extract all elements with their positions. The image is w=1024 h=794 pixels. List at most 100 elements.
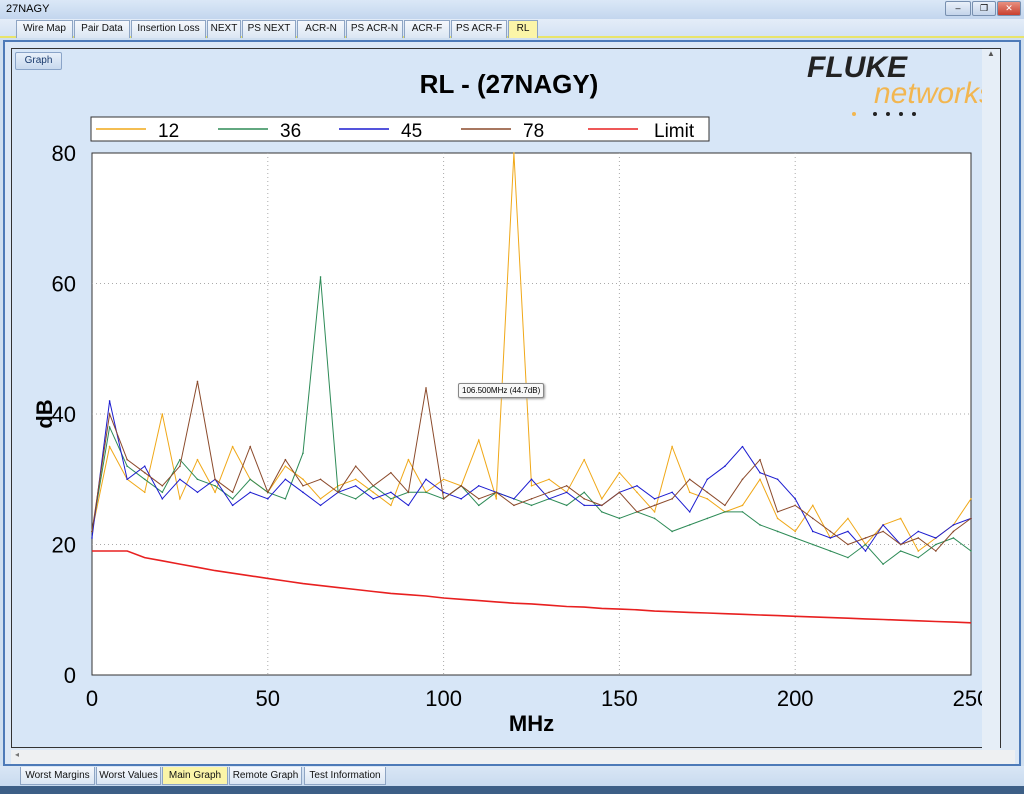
tab-ps-next[interactable]: PS NEXT	[242, 20, 296, 38]
data-point-36	[196, 478, 199, 481]
data-point-36	[565, 504, 568, 507]
data-point-78	[636, 511, 638, 513]
tab-insertion-loss[interactable]: Insertion Loss	[131, 20, 206, 38]
data-point-12	[688, 491, 691, 494]
data-point-36	[284, 498, 287, 500]
logo-dot	[912, 112, 916, 116]
data-point-78	[882, 530, 884, 533]
data-point-45	[460, 498, 462, 500]
data-point-45	[864, 550, 867, 552]
data-point-12	[583, 458, 586, 461]
data-point-12	[196, 458, 199, 461]
data-point-78	[970, 517, 972, 520]
data-point-36	[583, 491, 586, 494]
data-point-45	[407, 504, 410, 507]
data-point-78	[267, 491, 269, 494]
tab-ps-acr-n[interactable]: PS ACR-N	[346, 20, 403, 38]
data-point-78	[741, 478, 744, 481]
logo-dot	[886, 112, 890, 116]
tab-acr-n[interactable]: ACR-N	[297, 20, 345, 38]
data-point-78	[143, 471, 146, 474]
data-point-12	[390, 504, 392, 507]
data-point-45	[759, 471, 761, 474]
bottom-tab-bar: Worst Margins Worst Values Main Graph Remot…	[0, 766, 1024, 786]
data-point-45	[91, 537, 93, 539]
data-point-12	[899, 517, 902, 520]
data-point-45	[636, 484, 638, 487]
data-point-12	[794, 530, 796, 533]
data-point-12	[618, 471, 621, 474]
data-point-78	[460, 484, 462, 487]
y-tick-label: 0	[64, 663, 76, 688]
data-point-45	[565, 491, 568, 494]
tab-next[interactable]: NEXT	[207, 20, 241, 38]
data-point-12	[513, 152, 515, 154]
data-point-12	[917, 550, 920, 552]
data-point-78	[811, 517, 814, 520]
data-point-78	[126, 458, 128, 461]
data-point-12	[811, 504, 814, 507]
tab-acr-f[interactable]: ACR-F	[404, 20, 450, 38]
tab-rl[interactable]: RL	[508, 20, 538, 38]
vertical-scrollbar[interactable]: ▲	[982, 49, 1000, 755]
horizontal-scrollbar[interactable]: ◂	[11, 750, 1015, 764]
data-point-78	[530, 498, 533, 500]
graph-panel: Graph 0 50 100 150 200 250 0 20 40 60 80 MHz dB RL - …	[11, 48, 1002, 755]
x-tick-label: 150	[601, 686, 638, 711]
data-point-36	[811, 543, 814, 546]
data-point-36	[741, 511, 744, 513]
data-point-36	[724, 511, 726, 513]
minimize-button[interactable]: –	[945, 1, 971, 16]
y-tick-label: 60	[52, 272, 76, 297]
data-point-12	[970, 498, 972, 500]
data-point-12	[284, 465, 287, 468]
x-tick-label: 0	[86, 686, 98, 711]
tab-worst-margins[interactable]: Worst Margins	[20, 767, 95, 785]
tab-main-graph[interactable]: Main Graph	[162, 767, 228, 785]
data-point-45	[267, 498, 269, 500]
data-point-45	[583, 504, 586, 507]
data-point-45	[706, 478, 709, 481]
data-point-36	[302, 452, 304, 454]
tab-ps-acr-f[interactable]: PS ACR-F	[451, 20, 507, 38]
data-point-45	[917, 530, 920, 533]
data-point-78	[565, 484, 568, 487]
data-point-36	[829, 550, 832, 552]
data-point-45	[249, 491, 252, 494]
data-point-36	[618, 517, 621, 520]
tab-worst-values[interactable]: Worst Values	[96, 767, 161, 785]
data-point-45	[179, 478, 181, 481]
data-point-45	[161, 498, 164, 500]
data-point-45	[126, 478, 128, 481]
x-tick-label: 50	[256, 686, 280, 711]
cursor-tooltip: 106.500MHz (44.7dB)	[458, 383, 545, 398]
data-point-12	[442, 478, 445, 481]
data-point-78	[548, 491, 550, 494]
tab-remote-graph[interactable]: Remote Graph	[229, 767, 302, 785]
data-point-12	[161, 413, 164, 415]
main-panel: Graph 0 50 100 150 200 250 0 20 40 60 80 MHz dB RL - …	[3, 40, 1021, 766]
data-point-78	[231, 491, 234, 494]
tab-wire-map[interactable]: Wire Map	[16, 20, 73, 38]
data-point-78	[847, 543, 849, 546]
tab-pair-data[interactable]: Pair Data	[74, 20, 130, 38]
data-point-78	[601, 504, 603, 507]
data-point-45	[530, 478, 533, 481]
data-point-45	[108, 400, 111, 402]
data-point-36	[477, 504, 480, 507]
legend-label-36: 36	[280, 121, 301, 142]
logo-dot	[873, 112, 877, 116]
data-point-78	[477, 498, 480, 500]
data-point-12	[108, 445, 111, 448]
data-point-45	[653, 498, 656, 500]
close-button[interactable]: ✕	[997, 1, 1021, 16]
logo-dot	[852, 112, 856, 116]
data-point-12	[372, 491, 375, 494]
tab-test-information[interactable]: Test Information	[304, 767, 386, 785]
data-point-12	[214, 491, 216, 494]
data-point-45	[847, 530, 849, 533]
data-point-78	[319, 478, 322, 481]
restore-button[interactable]: ❐	[972, 1, 996, 16]
data-point-45	[794, 498, 796, 500]
data-point-36	[108, 426, 111, 428]
